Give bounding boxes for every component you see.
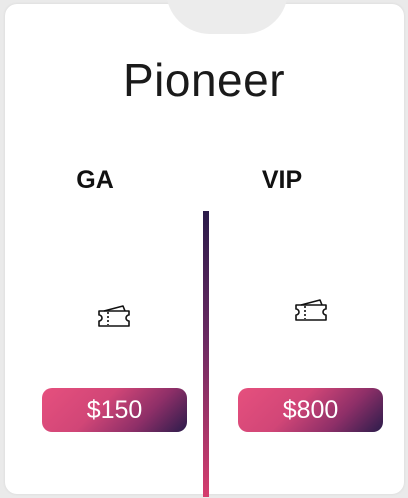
card-title: Pioneer	[122, 54, 286, 106]
tier-label-vip: VIP	[261, 166, 303, 194]
ticket-icon	[293, 294, 329, 326]
ticket-icon	[96, 300, 132, 332]
tier-label-ga: GA	[76, 166, 114, 194]
price-button-ga[interactable]: $150	[42, 388, 187, 432]
pricing-screen: Pioneer GA VIP $150 $800	[0, 0, 408, 498]
price-button-vip[interactable]: $800	[238, 388, 383, 432]
card-notch	[166, 0, 288, 34]
column-divider	[203, 211, 209, 497]
